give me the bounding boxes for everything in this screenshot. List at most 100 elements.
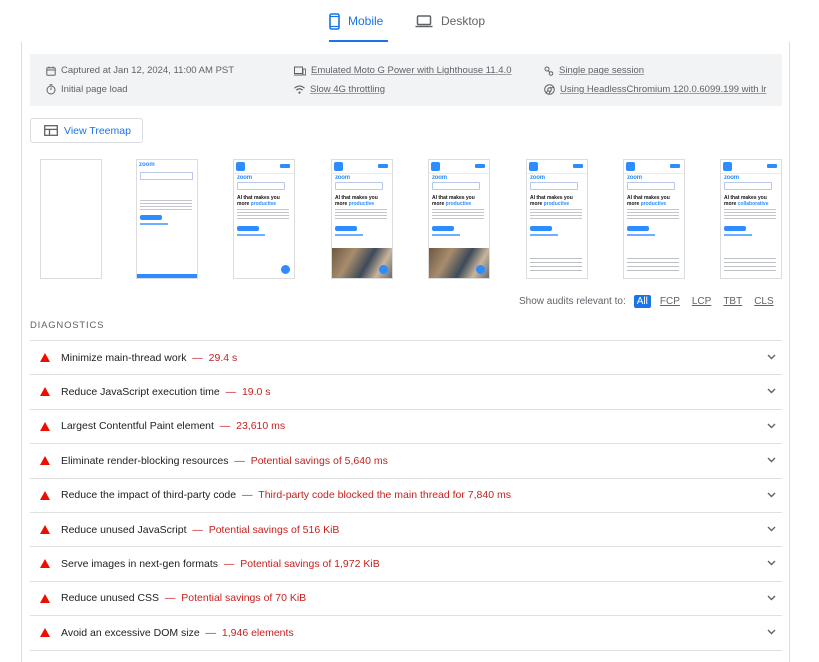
audit-unused-css[interactable]: Reduce unused CSS — Potential savings of… [30, 580, 782, 615]
chevron-down-icon[interactable] [767, 457, 776, 463]
thumbnail-cta [140, 215, 162, 220]
captured-text: Captured at Jan 12, 2024, 11:00 AM PST [61, 65, 235, 76]
environment-info: Captured at Jan 12, 2024, 11:00 AM PST I… [30, 54, 782, 106]
thumbnail-headline: AI that makes you more productive [432, 195, 475, 207]
diagnostics-heading: DIAGNOSTICS [30, 320, 105, 331]
zoom-app-icon [334, 162, 343, 171]
chevron-down-icon[interactable] [767, 388, 776, 394]
device-tabs: Mobile Desktop [0, 0, 819, 42]
chrome-icon [544, 84, 555, 95]
browser-text[interactable]: Using HeadlessChromium 120.0.6099.199 wi… [560, 84, 766, 95]
tab-mobile[interactable]: Mobile [329, 0, 388, 42]
emulated-device[interactable]: Emulated Moto G Power with Lighthouse 11… [294, 65, 512, 76]
throttling-text[interactable]: Slow 4G throttling [310, 84, 385, 95]
zoom-logo: zoom [237, 175, 252, 181]
thumbnail-photo [429, 248, 489, 278]
audit-title: Reduce JavaScript execution time — 19.0 … [61, 386, 271, 399]
audit-filter: Show audits relevant to: All FCP LCP TBT… [519, 295, 777, 308]
chevron-down-icon[interactable] [767, 423, 776, 429]
chevron-down-icon[interactable] [767, 492, 776, 498]
session-type[interactable]: Single page session [544, 65, 644, 76]
diagnostics-list: Minimize main-thread work — 29.4 s Reduc… [30, 340, 782, 662]
zoom-logo: zoom [139, 162, 155, 168]
filmstrip-frame-3: zoom AI that makes you more productive [233, 159, 295, 279]
load-type-text: Initial page load [61, 84, 128, 95]
browser-version[interactable]: Using HeadlessChromium 120.0.6099.199 wi… [544, 84, 770, 95]
session-text[interactable]: Single page session [559, 65, 644, 76]
tab-desktop-label: Desktop [441, 14, 486, 28]
audit-display-value: 23,610 ms [236, 420, 286, 433]
filter-cls[interactable]: CLS [751, 295, 776, 308]
audit-display-value: 1,946 elements [221, 626, 294, 639]
zoom-logo: zoom [724, 175, 739, 181]
filter-fcp[interactable]: FCP [657, 295, 683, 308]
audit-list-next-row [30, 649, 782, 662]
chevron-down-icon[interactable] [767, 354, 776, 360]
triangle-warning-icon [40, 628, 50, 638]
zoom-logo: zoom [432, 175, 447, 181]
audit-display-value: 19.0 s [241, 386, 271, 399]
audit-display-value: Potential savings of 516 KiB [208, 523, 340, 536]
chevron-down-icon[interactable] [767, 595, 776, 601]
chevron-down-icon[interactable] [767, 560, 776, 566]
triangle-warning-icon [40, 524, 50, 534]
audit-title: Eliminate render-blocking resources — Po… [61, 454, 388, 467]
emulated-device-text[interactable]: Emulated Moto G Power with Lighthouse 11… [311, 65, 512, 76]
filter-lcp[interactable]: LCP [689, 295, 714, 308]
zoom-logo: zoom [627, 175, 642, 181]
audit-title: Largest Contentful Paint element — 23,61… [61, 420, 286, 433]
thumbnail-link [140, 223, 168, 225]
audit-dom-size[interactable]: Avoid an excessive DOM size — 1,946 elem… [30, 615, 782, 649]
audit-title: Avoid an excessive DOM size — 1,946 elem… [61, 626, 294, 639]
audit-title: Reduce unused JavaScript — Potential sav… [61, 523, 340, 536]
chat-bubble-icon [281, 265, 290, 274]
audit-display-value: Potential savings of 70 KiB [181, 592, 307, 605]
thumbnail-footer-bar [137, 274, 197, 278]
thumbnail-headline: AI that makes you more productive [237, 195, 280, 207]
zoom-app-icon [723, 162, 732, 171]
zoom-logo: zoom [530, 175, 545, 181]
audit-next-gen-images[interactable]: Serve images in next-gen formats — Poten… [30, 546, 782, 580]
wifi-icon [294, 85, 305, 94]
chevron-down-icon[interactable] [767, 526, 776, 532]
devices-icon [294, 66, 306, 75]
audit-filter-label: Show audits relevant to: [519, 296, 626, 307]
filter-all[interactable]: All [633, 295, 651, 308]
triangle-warning-icon [40, 490, 50, 500]
filmstrip-frame-1 [40, 159, 102, 279]
audit-display-value: Potential savings of 1,972 KiB [240, 558, 380, 571]
network-throttling[interactable]: Slow 4G throttling [294, 84, 385, 95]
thumbnail-headline: AI that makes you more productive [530, 195, 573, 207]
session-icon [544, 66, 554, 76]
audit-render-blocking[interactable]: Eliminate render-blocking resources — Po… [30, 443, 782, 477]
smartphone-icon [329, 12, 340, 30]
filmstrip: zoom zoom AI that makes you more product… [0, 159, 819, 279]
treemap-icon [44, 125, 58, 136]
audit-title: Minimize main-thread work — 29.4 s [61, 351, 238, 364]
audit-unused-javascript[interactable]: Reduce unused JavaScript — Potential sav… [30, 511, 782, 546]
zoom-app-icon [236, 162, 245, 171]
triangle-warning-icon [40, 421, 50, 431]
filmstrip-frame-6: zoom AI that makes you more productive [526, 159, 588, 279]
triangle-warning-icon [40, 559, 50, 569]
audit-js-execution-time[interactable]: Reduce JavaScript execution time — 19.0 … [30, 374, 782, 408]
filmstrip-frame-8: zoom AI that makes you more collaborativ… [720, 159, 782, 279]
zoom-app-icon [529, 162, 538, 171]
zoom-logo: zoom [335, 175, 350, 181]
audit-lcp-element[interactable]: Largest Contentful Paint element — 23,61… [30, 408, 782, 443]
chevron-down-icon[interactable] [767, 629, 776, 635]
triangle-warning-icon [40, 387, 50, 397]
tab-desktop[interactable]: Desktop [415, 0, 495, 42]
audit-title: Reduce the impact of third-party code — … [61, 489, 511, 502]
chat-bubble-icon [379, 265, 388, 274]
audit-display-value: Potential savings of 5,640 ms [250, 454, 388, 467]
audit-mainthread-work[interactable]: Minimize main-thread work — 29.4 s [30, 340, 782, 374]
audit-third-party[interactable]: Reduce the impact of third-party code — … [30, 477, 782, 512]
filmstrip-frame-5: zoom AI that makes you more productive [428, 159, 490, 279]
timer-icon [46, 84, 56, 95]
thumbnail-headline: AI that makes you more productive [627, 195, 670, 207]
filter-tbt[interactable]: TBT [720, 295, 745, 308]
zoom-app-icon [431, 162, 440, 171]
view-treemap-button[interactable]: View Treemap [30, 118, 143, 143]
thumbnail-text-lines [140, 200, 192, 210]
